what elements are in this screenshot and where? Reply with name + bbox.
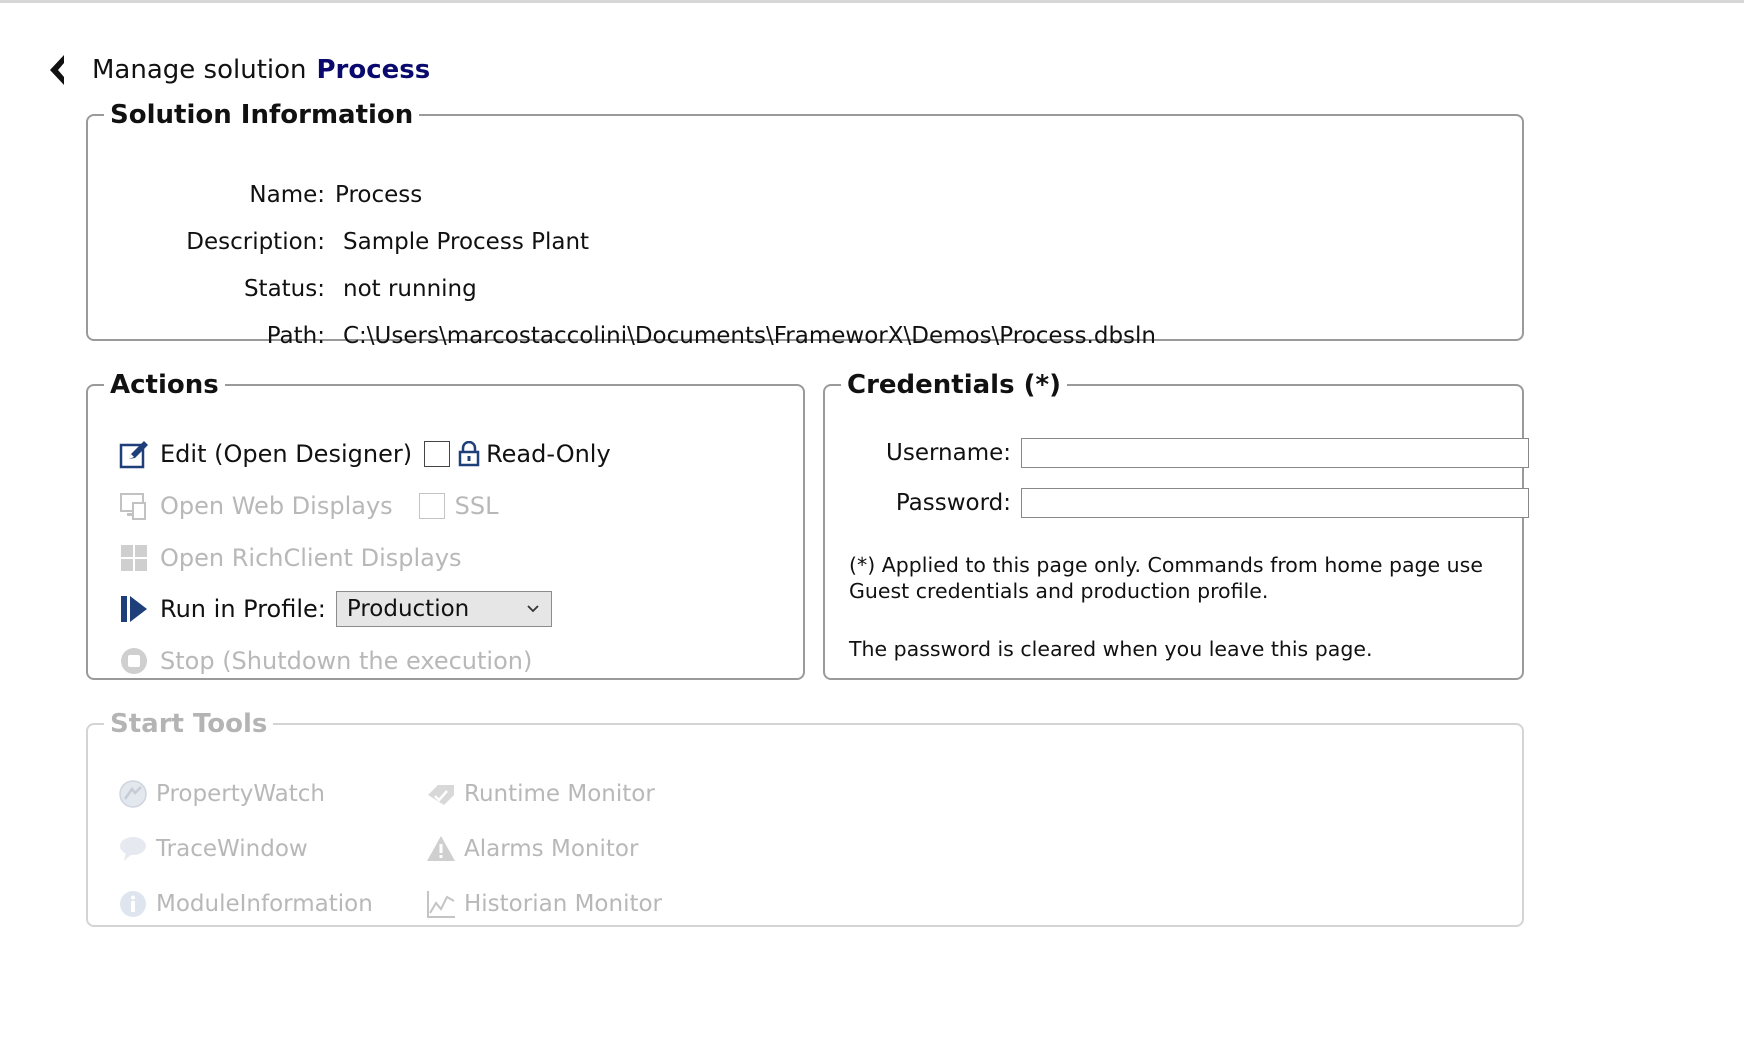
speech-bubble-icon [118, 834, 148, 864]
profile-select[interactable]: Production [335, 591, 552, 627]
credentials-note: (*) Applied to this page only. Commands … [849, 553, 1483, 603]
runtime-monitor-icon [426, 779, 456, 809]
top-border [0, 0, 1744, 3]
status-label: Status: [243, 276, 325, 302]
ssl-checkbox[interactable] [418, 493, 445, 519]
path-value: C:\Users\marcostaccolini\Documents\Frame… [343, 323, 1157, 349]
read-only-label: Read-Only [486, 440, 611, 468]
stop-button[interactable]: Stop (Shutdown the execution) [160, 647, 532, 675]
status-value: not running [343, 276, 477, 302]
grid-icon [118, 542, 150, 574]
name-value: Process [335, 182, 423, 208]
property-watch-tool[interactable]: PropertyWatch [118, 777, 325, 811]
run-row: Run in Profile: Production [118, 591, 552, 627]
start-tools-legend: Start Tools [110, 709, 268, 739]
back-button[interactable] [44, 52, 70, 88]
info-row-status: Status: not running [140, 276, 477, 302]
edit-row: Edit (Open Designer) Read-Only [118, 436, 611, 472]
username-label: Username: [886, 440, 1011, 466]
module-information-tool[interactable]: ModuleInformation [118, 887, 373, 921]
actions-group: Actions Edit (Open Designer) Read-Only O… [86, 372, 805, 680]
username-row: Username: [855, 438, 1529, 468]
run-icon [118, 593, 150, 625]
alarms-monitor-label: Alarms Monitor [464, 836, 639, 862]
runtime-monitor-label: Runtime Monitor [464, 781, 655, 807]
line-chart-icon [426, 889, 456, 919]
info-row-path: Path: C:\Users\marcostaccolini\Documents… [140, 323, 1156, 349]
richclient-row: Open RichClient Displays [118, 540, 462, 576]
historian-monitor-tool[interactable]: Historian Monitor [426, 887, 662, 921]
read-only-checkbox[interactable] [424, 441, 451, 467]
edit-icon [118, 438, 150, 470]
profile-select-value: Production [346, 596, 470, 622]
page-title-text: Manage solution [92, 55, 307, 85]
open-richclient-displays-button[interactable]: Open RichClient Displays [160, 544, 462, 572]
info-row-description: Description: Sample Process Plant [140, 229, 589, 255]
property-watch-icon [118, 779, 148, 809]
warning-icon [426, 834, 456, 864]
lock-icon [458, 441, 480, 467]
credentials-legend: Credentials (*) [847, 370, 1061, 400]
solution-information-group: Solution Information Name: Process Descr… [86, 100, 1524, 349]
module-information-label: ModuleInformation [156, 891, 373, 917]
actions-legend: Actions [110, 370, 219, 400]
solution-information-legend: Solution Information [110, 100, 414, 130]
password-row: Password: [855, 488, 1529, 518]
alarms-monitor-tool[interactable]: Alarms Monitor [426, 832, 638, 866]
password-label: Password: [895, 490, 1011, 516]
path-label: Path: [266, 323, 325, 349]
info-row-name: Name: Process [140, 182, 422, 208]
description-label: Description: [186, 229, 325, 255]
edit-open-designer-button[interactable]: Edit (Open Designer) [160, 440, 412, 468]
run-in-profile-button[interactable]: Run in Profile: [160, 595, 326, 623]
password-cleared-note: The password is cleared when you leave t… [849, 637, 1373, 661]
page-title: Manage solution Process [92, 55, 430, 85]
property-watch-label: PropertyWatch [156, 781, 325, 807]
web-displays-icon [118, 490, 150, 522]
trace-window-label: TraceWindow [156, 836, 308, 862]
info-icon [118, 889, 148, 919]
trace-window-tool[interactable]: TraceWindow [118, 832, 308, 866]
start-tools-group: Start Tools PropertyWatch TraceWindow Mo… [86, 711, 1524, 927]
username-input[interactable] [1021, 438, 1529, 468]
credentials-group: Credentials (*) Username: Password: (*) … [823, 370, 1529, 680]
description-value: Sample Process Plant [343, 229, 590, 255]
stop-icon [118, 645, 150, 677]
runtime-monitor-tool[interactable]: Runtime Monitor [426, 777, 655, 811]
back-arrow-icon [50, 55, 64, 85]
ssl-label: SSL [454, 492, 499, 520]
solution-name-title: Process [316, 55, 431, 85]
password-input[interactable] [1021, 488, 1529, 518]
name-label: Name: [249, 182, 325, 208]
open-web-displays-button[interactable]: Open Web Displays [160, 492, 393, 520]
historian-monitor-label: Historian Monitor [464, 891, 663, 917]
stop-row: Stop (Shutdown the execution) [118, 643, 532, 679]
chevron-down-icon [527, 605, 539, 613]
web-displays-row: Open Web Displays SSL [118, 488, 499, 524]
page-header: Manage solution Process [44, 50, 430, 90]
